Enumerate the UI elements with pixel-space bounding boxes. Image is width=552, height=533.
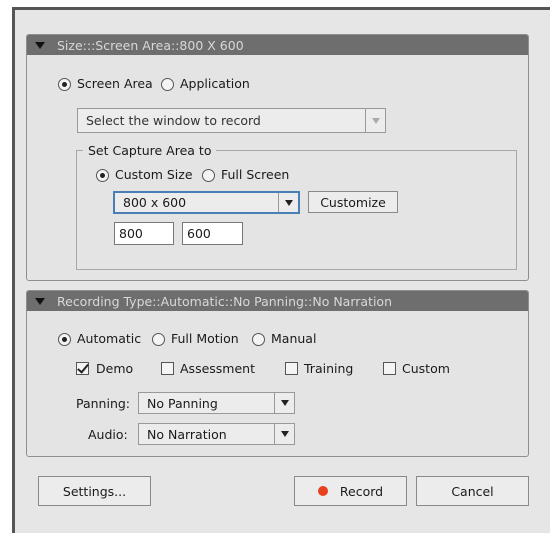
custom-checkbox[interactable] bbox=[383, 362, 396, 375]
full-motion-label[interactable]: Full Motion bbox=[171, 331, 239, 346]
width-value: 800 bbox=[119, 226, 143, 241]
training-checkbox[interactable] bbox=[285, 362, 298, 375]
panning-select[interactable]: No Panning bbox=[138, 392, 295, 414]
automatic-radio[interactable] bbox=[58, 333, 71, 346]
capture-size-value: 800 x 600 bbox=[123, 195, 187, 210]
panning-select-value: No Panning bbox=[147, 395, 218, 411]
collapse-triangle-icon[interactable] bbox=[35, 297, 45, 305]
capture-area-group-title: Set Capture Area to bbox=[83, 143, 217, 158]
settings-button-label: Settings... bbox=[62, 483, 127, 499]
settings-button[interactable]: Settings... bbox=[38, 476, 151, 506]
chevron-down-icon[interactable] bbox=[274, 393, 294, 413]
manual-radio[interactable] bbox=[252, 333, 265, 346]
assessment-label[interactable]: Assessment bbox=[180, 361, 255, 376]
application-radio[interactable] bbox=[161, 78, 174, 91]
record-button[interactable]: Record bbox=[294, 476, 407, 506]
collapse-triangle-icon[interactable] bbox=[35, 41, 45, 49]
application-label[interactable]: Application bbox=[180, 76, 250, 91]
window-select[interactable]: Select the window to record bbox=[77, 108, 386, 133]
recording-type-panel-header[interactable]: Recording Type::Automatic::No Panning::N… bbox=[27, 291, 528, 311]
cancel-button[interactable]: Cancel bbox=[416, 476, 529, 506]
chevron-down-icon[interactable] bbox=[278, 193, 298, 212]
width-field[interactable]: 800 bbox=[114, 222, 174, 245]
capture-size-select[interactable]: 800 x 600 bbox=[113, 191, 300, 214]
full-motion-radio[interactable] bbox=[152, 333, 165, 346]
custom-label[interactable]: Custom bbox=[402, 361, 450, 376]
assessment-checkbox[interactable] bbox=[161, 362, 174, 375]
size-panel-header[interactable]: Size:::Screen Area::800 X 600 bbox=[27, 35, 528, 55]
record-dot-icon bbox=[317, 486, 328, 496]
size-panel-title: Size:::Screen Area::800 X 600 bbox=[57, 37, 244, 53]
full-screen-label[interactable]: Full Screen bbox=[221, 167, 289, 182]
height-value: 600 bbox=[187, 226, 211, 241]
audio-label: Audio: bbox=[88, 427, 128, 442]
custom-size-label[interactable]: Custom Size bbox=[115, 167, 193, 182]
record-button-label: Record bbox=[339, 483, 384, 499]
audio-select[interactable]: No Narration bbox=[138, 423, 295, 445]
training-label[interactable]: Training bbox=[304, 361, 353, 376]
screen-area-label[interactable]: Screen Area bbox=[77, 76, 153, 91]
panning-label: Panning: bbox=[76, 396, 131, 411]
automatic-label[interactable]: Automatic bbox=[77, 331, 141, 346]
custom-size-radio[interactable] bbox=[96, 169, 109, 182]
recording-type-panel-title: Recording Type::Automatic::No Panning::N… bbox=[57, 293, 393, 309]
customize-button-label: Customize bbox=[320, 194, 386, 210]
chevron-down-icon[interactable] bbox=[274, 424, 294, 444]
demo-checkbox[interactable] bbox=[76, 362, 89, 375]
height-field[interactable]: 600 bbox=[182, 222, 243, 245]
demo-label[interactable]: Demo bbox=[96, 361, 133, 376]
screen-area-radio[interactable] bbox=[58, 78, 71, 91]
chevron-down-icon[interactable] bbox=[365, 109, 385, 132]
customize-button[interactable]: Customize bbox=[308, 191, 398, 213]
cancel-button-label: Cancel bbox=[451, 483, 494, 499]
manual-label[interactable]: Manual bbox=[271, 331, 316, 346]
full-screen-radio[interactable] bbox=[202, 169, 215, 182]
window-select-value: Select the window to record bbox=[86, 113, 261, 128]
audio-select-value: No Narration bbox=[147, 426, 227, 442]
